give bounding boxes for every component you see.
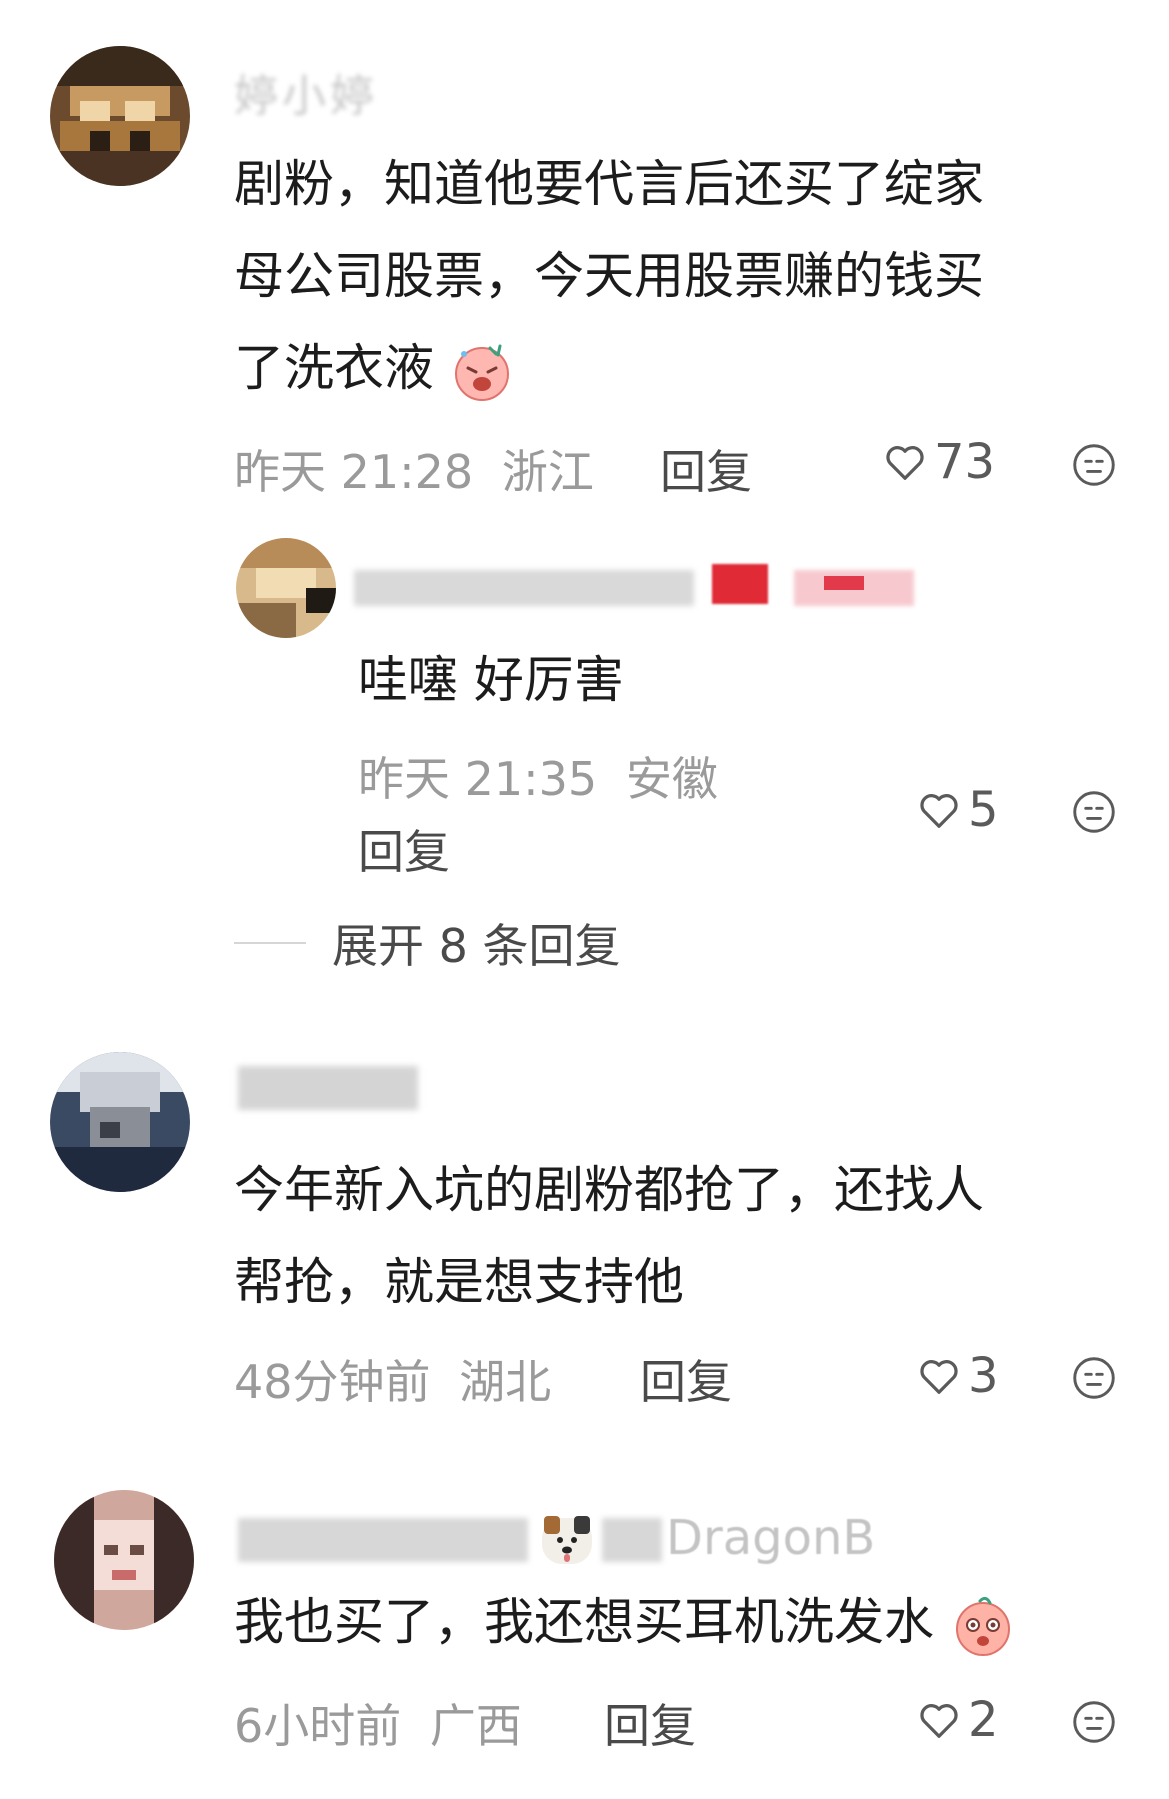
neutral-face-icon[interactable] [1072,443,1116,487]
timestamp: 昨天 21:35 [358,752,598,806]
like-count: 5 [968,782,999,838]
location: 安徽 [625,752,718,806]
reply-text: 哇噻 好厉害 [358,651,624,709]
heart-outline-icon [886,446,924,480]
comment-text-line: 帮抢，就是想支持他 [234,1253,684,1311]
avatar[interactable] [50,1052,190,1192]
comment-text-line: 了洗衣液 [234,322,514,414]
comment-meta: 昨天 21:28 浙江 [234,436,594,502]
like-button[interactable]: 2 [916,1692,999,1748]
comment-text-fragment: 了洗衣液 [234,339,434,397]
neutral-face-icon[interactable] [1072,790,1116,834]
comment-text-line: 我也买了，我还想买耳机洗发水 [234,1576,1016,1668]
heart-outline-icon [920,1360,958,1394]
avatar[interactable] [236,538,336,638]
expand-replies-button[interactable]: 展开 8 条回复 [234,910,621,976]
like-count: 73 [934,434,996,490]
comment-text-line: 今年新入坑的剧粉都抢了，还找人 [234,1161,984,1219]
location: 湖北 [459,1355,552,1409]
neutral-face-icon[interactable] [1072,1700,1116,1744]
username-redacted[interactable]: DragonB [238,1510,898,1570]
neutral-face-icon[interactable] [1072,1356,1116,1400]
comment-text-fragment: 我也买了，我还想买耳机洗发水 [234,1593,934,1651]
timestamp: 昨天 21:28 [234,445,474,499]
like-button[interactable]: 3 [916,1348,999,1404]
like-count: 3 [968,1348,999,1404]
reply-button[interactable]: 回复 [358,816,450,882]
crying-face-emoji [454,344,509,401]
expand-label: 展开 8 条回复 [332,919,621,973]
timestamp: 6小时前 [234,1699,402,1753]
like-button[interactable]: 73 [882,434,995,490]
comment-meta: 6小时前 广西 [234,1690,522,1756]
username: DragonB [666,1510,876,1566]
reply-button[interactable]: 回复 [640,1346,732,1412]
avatar[interactable] [50,46,190,186]
comment-text-line: 剧粉，知道他要代言后还买了绽家 [234,155,984,213]
location: 浙江 [501,445,594,499]
like-count: 2 [968,1692,999,1748]
heart-outline-icon [920,794,958,828]
username[interactable]: 婷小婷 [234,60,378,124]
dog-face-icon [542,1516,592,1564]
username-redacted[interactable] [238,1066,418,1110]
location: 广西 [429,1699,522,1753]
timestamp: 48分钟前 [234,1355,431,1409]
username-redacted[interactable] [354,562,914,614]
surprised-face-emoji [955,1596,1010,1656]
avatar[interactable] [54,1490,194,1630]
comment-text-line: 母公司股票，今天用股票赚的钱买 [234,247,984,305]
like-button[interactable]: 5 [916,782,999,838]
reply-button[interactable]: 回复 [660,436,752,502]
reply-button[interactable]: 回复 [604,1690,696,1756]
heart-outline-icon [920,1704,958,1738]
reply-meta: 昨天 21:35 安徽 [358,743,718,809]
divider [234,942,306,944]
comment-meta: 48分钟前 湖北 [234,1346,551,1412]
